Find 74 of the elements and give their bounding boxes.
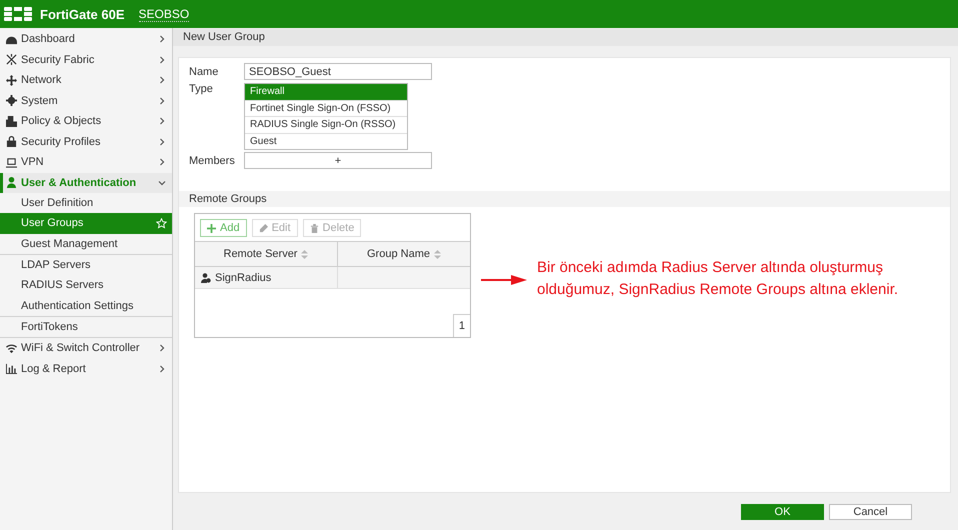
ok-button[interactable]: OK	[741, 504, 824, 520]
plus-icon	[207, 224, 216, 232]
field-label: Members	[189, 154, 236, 166]
nav-item[interactable]: Dashboard	[0, 29, 172, 50]
trash-icon	[310, 224, 319, 232]
user-group-icon	[201, 272, 211, 282]
page-number[interactable]: 1	[452, 314, 470, 337]
sort-icon	[434, 250, 441, 258]
chevron-right-icon	[158, 56, 166, 64]
page-title: New User Group	[173, 29, 958, 46]
type-option[interactable]: Guest	[245, 132, 407, 149]
add-member-button[interactable]: +	[244, 152, 432, 169]
policy-icon	[6, 116, 17, 127]
chevron-right-icon	[158, 96, 166, 105]
sub-nav-item[interactable]: User Definition	[0, 193, 172, 214]
cancel-button[interactable]: Cancel	[829, 504, 912, 520]
arrow-icon	[481, 275, 527, 285]
user-icon	[6, 177, 17, 188]
nav-label: Policy & Objects	[21, 115, 102, 128]
type-option[interactable]: Fortinet Single Sign-On (FSSO)	[245, 100, 407, 116]
name-input[interactable]: SEOBSO_Guest	[244, 63, 432, 80]
chevron-right-icon	[158, 158, 166, 166]
nav-label: Dashboard	[21, 33, 76, 46]
type-option[interactable]: Firewall	[245, 84, 407, 100]
chevron-right-icon	[158, 138, 166, 146]
wifi-icon	[6, 342, 17, 354]
annotation-text: Bir önceki adımda Radius Server altında oluşturmuş olduğumuz, SignRadius Remote Groups altına eklenir.	[537, 258, 900, 300]
sub-nav-item[interactable]: LDAP Servers	[0, 254, 172, 276]
nav-item[interactable]: Log & Report	[0, 358, 172, 380]
sort-icon	[301, 250, 308, 258]
nav-item[interactable]: Policy & Objects	[0, 111, 172, 132]
sub-nav-item[interactable]: Guest Management	[0, 234, 172, 254]
field-label: Name	[189, 66, 220, 78]
fabric-icon	[6, 54, 17, 66]
nav-label: Network	[21, 74, 62, 86]
nav-label: WiFi & Switch Controller	[21, 342, 141, 354]
table-cell: SignRadius	[195, 267, 338, 288]
lock-icon	[6, 136, 17, 148]
column-header[interactable]: Remote Server	[195, 242, 338, 266]
nav-item[interactable]: VPN	[0, 152, 172, 172]
network-icon	[6, 74, 17, 86]
chevron-right-icon	[158, 364, 166, 373]
hostname-link[interactable]: SEOBSO	[138, 6, 190, 22]
chevron-right-icon	[158, 117, 166, 126]
chevron-right-icon	[158, 344, 166, 352]
chevron-down-icon	[158, 178, 166, 187]
bar-chart-icon	[6, 363, 17, 374]
nav-label: VPN	[21, 156, 45, 168]
sub-nav-item[interactable]: RADIUS Servers	[0, 275, 172, 296]
nav-label: Security Fabric	[21, 54, 96, 66]
chevron-right-icon	[158, 76, 166, 84]
nav-item[interactable]: Network	[0, 70, 172, 90]
nav-item[interactable]: Security Fabric	[0, 50, 172, 70]
pencil-icon	[258, 224, 268, 232]
logo-icon	[4, 7, 32, 21]
column-header[interactable]: Group Name	[338, 242, 470, 266]
field-label: Type	[189, 83, 214, 95]
sub-nav-item[interactable]: Authentication Settings	[0, 295, 172, 316]
sub-nav-item[interactable]: FortiTokens	[0, 316, 172, 338]
nav-label: Log & Report	[21, 362, 87, 375]
nav-item[interactable]: System	[0, 90, 172, 111]
chevron-right-icon	[158, 35, 166, 44]
nav-label: Security Profiles	[21, 136, 102, 148]
section-header: Remote Groups	[179, 191, 950, 207]
sub-nav-item[interactable]: User Groups	[0, 213, 172, 234]
star-icon[interactable]	[156, 218, 167, 229]
nav-label: System	[21, 94, 59, 107]
type-option[interactable]: RADIUS Single Sign-On (RSSO)	[245, 116, 407, 132]
laptop-icon	[6, 156, 17, 168]
nav-label: User & Authentication	[21, 176, 138, 189]
product-name: FortiGate 60E	[40, 6, 125, 22]
nav-item[interactable]: WiFi & Switch Controller	[0, 338, 172, 359]
nav-item[interactable]: Security Profiles	[0, 132, 172, 152]
nav-item[interactable]: User & Authentication	[0, 172, 172, 193]
